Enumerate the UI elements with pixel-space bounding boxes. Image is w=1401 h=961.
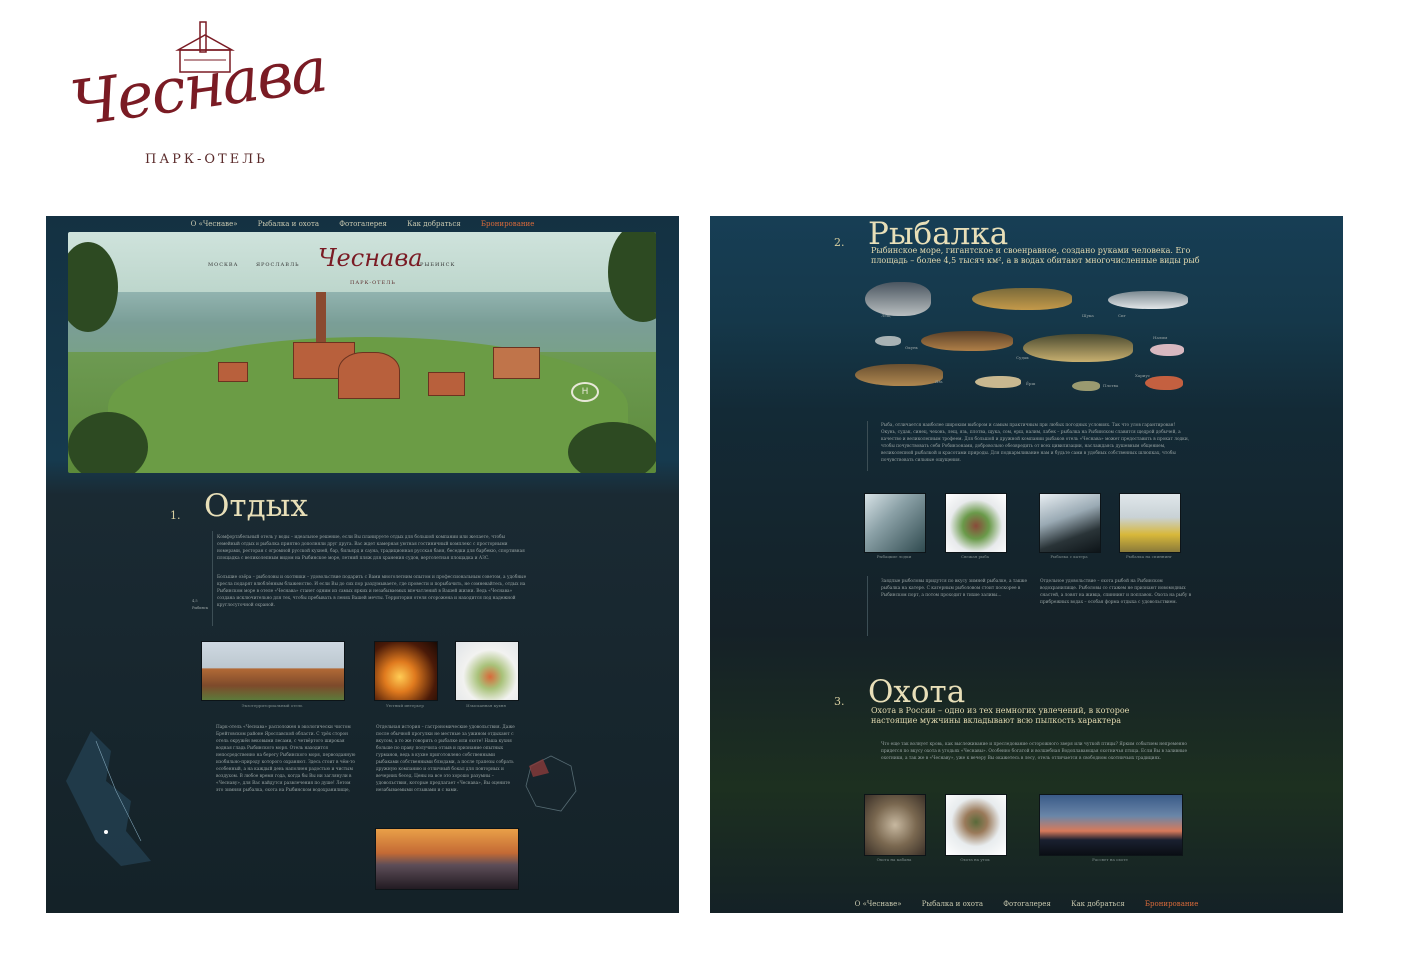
photo-caption: Рыбалка с катера <box>1050 554 1088 559</box>
nav-item-directions[interactable]: Как добраться <box>407 220 461 228</box>
fish-illustration <box>921 331 1013 351</box>
photo-caption: Охота на кабана <box>876 857 912 862</box>
section-subtitle-fishing: Рыбинское море, гигантское и своенравное… <box>871 246 1200 265</box>
nav-item-directions[interactable]: Как добраться <box>1071 900 1125 908</box>
city-label: МОСКВА <box>208 262 239 268</box>
photo-caption: Рыбацкие лодки <box>876 554 912 559</box>
tree <box>68 412 148 473</box>
side-note: 4,5 Рыбинск <box>192 599 209 610</box>
rest-column-1: Парк-отель «Чеснава» расположен в эколог… <box>216 725 356 793</box>
photo-hotel[interactable] <box>201 641 345 701</box>
fishing-paragraph: Рыба, отличается наиболее широким выборо… <box>881 423 1190 463</box>
logo-subtitle: ПАРК-ОТЕЛЬ <box>145 152 268 167</box>
nav-item-fishing[interactable]: Рыбалка и охота <box>258 220 319 228</box>
logo-script: Чеснава <box>66 32 331 141</box>
page-mockup-rest: О «Чеснаве» Рыбалка и охота Фотогалерея … <box>46 216 679 913</box>
photo-fireplace[interactable] <box>374 641 438 701</box>
fish-illustration <box>1108 291 1188 309</box>
top-nav: О «Чеснаве» Рыбалка и охота Фотогалерея … <box>46 220 679 228</box>
round-building <box>338 352 400 399</box>
photo-hunter-sunset[interactable] <box>1039 794 1183 856</box>
city-label: ЯРОСЛАВЛЬ <box>256 262 300 268</box>
fish-illustration <box>875 336 901 346</box>
fish-illustration <box>1023 334 1133 362</box>
city-label: РЫБИНСК <box>420 262 456 268</box>
divider <box>867 421 868 471</box>
fish-label: Язь <box>935 379 943 384</box>
hunting-paragraph: Что еще так волнует кровь, как выслежива… <box>881 742 1188 761</box>
nav-item-booking[interactable]: Бронирование <box>481 220 534 228</box>
fish-illustration <box>865 282 931 316</box>
photo-fisherman[interactable] <box>1119 493 1181 553</box>
photo-boar-hunt[interactable] <box>864 794 926 856</box>
nav-item-gallery[interactable]: Фотогалерея <box>339 220 387 228</box>
barn-building <box>493 347 540 379</box>
fish-illustration <box>1150 344 1184 356</box>
photo-caption: Свежая рыба <box>960 554 990 559</box>
fish-label: Сиг <box>1118 313 1126 318</box>
fish-illustration <box>975 376 1021 388</box>
photo-duck-hunt[interactable] <box>945 794 1007 856</box>
photo-boat-sunset[interactable] <box>375 828 519 890</box>
photo-caption: Охота на уток <box>960 857 990 862</box>
fishing-column-2: Отдельное удовольствие – охота рыбой на … <box>1040 579 1192 605</box>
cottage <box>218 362 248 382</box>
hotel-logo: Чеснава ПАРК-ОТЕЛЬ <box>60 20 330 180</box>
hero-brand-sub: ПАРК-ОТЕЛЬ <box>350 280 396 286</box>
fish-illustration <box>1072 381 1100 391</box>
nav-item-about[interactable]: О «Чеснаве» <box>191 220 238 228</box>
rest-paragraph-1: Комфортабельный отель у воды – идеальное… <box>217 535 525 561</box>
fishing-column-1: Заядлые рыболовы придутся по вкусу зимне… <box>881 579 1028 598</box>
hero-illustration: Чеснава ПАРК-ОТЕЛЬ МОСКВА ЯРОСЛАВЛЬ РЫБИ… <box>68 232 656 473</box>
tree <box>568 422 656 473</box>
fish-illustration <box>855 364 943 386</box>
page-mockup-fishing: 2. Рыбалка Рыбинское море, гигантское и … <box>710 216 1343 913</box>
fish-label: Налим <box>1153 335 1168 340</box>
fish-label: Окунь <box>905 345 918 350</box>
fish-illustration <box>972 288 1072 310</box>
photo-dish[interactable] <box>455 641 519 701</box>
fish-label: Ёрш <box>1026 381 1036 386</box>
bottom-nav: О «Чеснаве» Рыбалка и охота Фотогалерея … <box>710 900 1343 908</box>
section-subtitle-hunting: Охота в России – одно из тех немногих ув… <box>871 706 1130 725</box>
photo-caption: Уютный интерьер <box>386 703 424 708</box>
photo-caption: Рассвет на охоте <box>1092 857 1128 862</box>
fish-label: Щука <box>1082 313 1094 318</box>
helipad-icon: H <box>571 382 599 402</box>
photo-fishing-boat[interactable] <box>1039 493 1101 553</box>
photo-caption: Экзотерриториальный отель <box>241 703 303 708</box>
region-map <box>66 731 151 866</box>
fish-illustration <box>1145 376 1183 390</box>
section-number: 2. <box>834 236 845 249</box>
fish-label: Хариус <box>1135 373 1151 378</box>
rest-column-2: Отдельная история – гастрономические удо… <box>376 725 515 793</box>
rest-paragraph-2: Большие озёра – рыболовы и охотники – уд… <box>217 575 527 608</box>
nav-item-booking[interactable]: Бронирование <box>1145 900 1198 908</box>
section-title-hunting: Охота <box>868 674 966 710</box>
hero-brand: Чеснава <box>318 244 423 272</box>
locator-map <box>525 755 577 812</box>
section-number: 1. <box>170 509 181 522</box>
photo-boat[interactable] <box>864 493 926 553</box>
divider <box>867 576 868 636</box>
section-title-rest: Отдых <box>204 488 308 524</box>
photo-fish-dish[interactable] <box>945 493 1007 553</box>
nav-item-fishing[interactable]: Рыбалка и охота <box>922 900 983 908</box>
photo-caption: Изысканная кухня <box>466 703 506 708</box>
nav-item-gallery[interactable]: Фотогалерея <box>1003 900 1051 908</box>
divider <box>212 531 213 626</box>
fish-label: Судак <box>1016 355 1029 360</box>
fish-label: Лещ <box>881 313 891 318</box>
cottage <box>428 372 465 396</box>
nav-item-about[interactable]: О «Чеснаве» <box>855 900 902 908</box>
section-number: 3. <box>834 695 845 708</box>
photo-caption: Рыбалка на спиннинг <box>1125 554 1173 559</box>
fish-label: Плотва <box>1103 383 1119 388</box>
